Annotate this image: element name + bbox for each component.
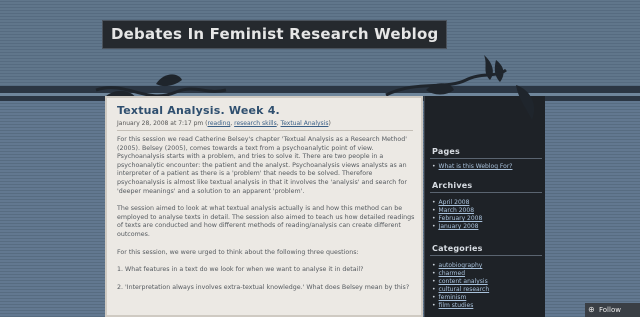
pages-list: • What is this Weblog For?: [432, 163, 512, 171]
category-item[interactable]: • feminism: [432, 294, 489, 302]
bullet-icon: •: [432, 278, 436, 285]
plus-icon: ⊕: [588, 305, 595, 314]
post-paragraph: 2. 'Interpretation always involves extra…: [117, 283, 410, 291]
post-title[interactable]: Textual Analysis. Week 4.: [117, 104, 280, 117]
bullet-icon: •: [432, 262, 436, 269]
follow-label: Follow: [599, 306, 621, 314]
post-divider: [117, 130, 413, 131]
bullet-icon: •: [432, 163, 436, 170]
post-paragraph: For this session we read Catherine Belse…: [117, 136, 407, 195]
sidebar-divider: [430, 158, 542, 159]
category-item[interactable]: • cultural research: [432, 286, 489, 294]
sidebar-heading-categories: Categories: [432, 244, 483, 253]
category-item[interactable]: • film studies: [432, 302, 489, 310]
sidebar-heading-archives: Archives: [432, 181, 473, 190]
category-link-research-skills[interactable]: research skills: [234, 120, 277, 127]
post-meta-close: ): [328, 120, 331, 127]
archive-item[interactable]: • February 2008: [432, 215, 482, 223]
sidebar-divider: [430, 255, 542, 256]
category-item[interactable]: • content analysis: [432, 278, 489, 286]
bullet-icon: •: [432, 223, 436, 230]
follow-button[interactable]: ⊕ Follow: [585, 303, 640, 317]
post-paragraph: 1. What features in a text do we look fo…: [117, 266, 364, 274]
bullet-icon: •: [432, 302, 436, 309]
post-paragraph: For this session, we were urged to think…: [117, 248, 359, 256]
bullet-icon: •: [432, 215, 436, 222]
post-date: January 28, 2008 at 7:17 pm (: [117, 120, 208, 127]
categories-list: • autobiography • charmed • content analysi…: [432, 262, 489, 310]
category-link-reading[interactable]: reading: [208, 120, 231, 127]
post-card: Textual Analysis. Week 4. January 28, 20…: [105, 96, 423, 317]
bullet-icon: •: [432, 270, 436, 277]
sidebar-divider: [430, 192, 542, 193]
post-body: For this session we read Catherine Belse…: [117, 136, 415, 301]
archives-list: • April 2008 • March 2008 • February 2008 •…: [432, 199, 482, 231]
post-meta: January 28, 2008 at 7:17 pm (reading, re…: [117, 120, 331, 127]
category-item[interactable]: • autobiography: [432, 262, 489, 270]
sidebar-heading-pages: Pages: [432, 147, 460, 156]
bullet-icon: •: [432, 286, 436, 293]
archive-item[interactable]: • January 2008: [432, 223, 482, 231]
bullet-icon: •: [432, 207, 436, 214]
archive-item[interactable]: • April 2008: [432, 199, 482, 207]
category-item[interactable]: • charmed: [432, 270, 489, 278]
bullet-icon: •: [432, 294, 436, 301]
sidebar-item-pages[interactable]: • What is this Weblog For?: [432, 163, 512, 171]
category-link-textual-analysis[interactable]: Textual Analysis: [281, 120, 329, 127]
bullet-icon: •: [432, 199, 436, 206]
blog-title[interactable]: Debates In Feminist Research Weblog: [102, 20, 448, 49]
archive-item[interactable]: • March 2008: [432, 207, 482, 215]
post-paragraph: The session aimed to look at what textua…: [117, 205, 415, 238]
